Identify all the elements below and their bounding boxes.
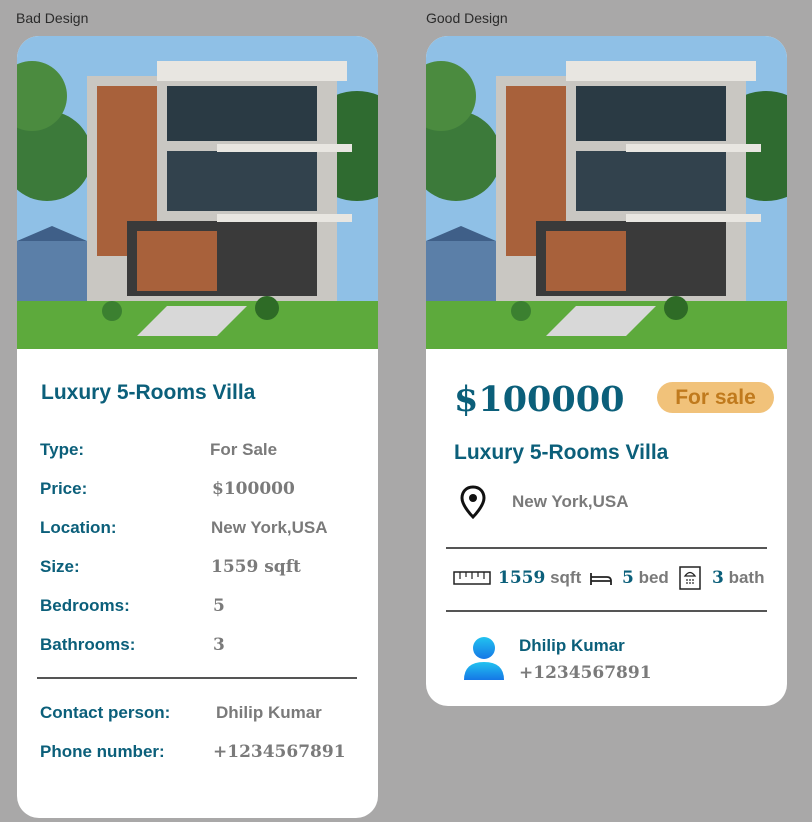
user-avatar-icon — [464, 637, 504, 680]
location-text: New York,USA — [512, 492, 629, 511]
location-pin-icon — [460, 485, 486, 519]
good-design-card[interactable]: $100000 For sale Luxury 5-Rooms Villa Ne… — [426, 36, 787, 706]
villa-photo — [426, 36, 787, 349]
divider-bottom — [446, 610, 767, 612]
bed-value: 5 — [622, 568, 634, 588]
bed-feature: 5 bed — [622, 568, 669, 588]
contact-name: Dhilip Kumar — [519, 636, 625, 655]
listing-title: Luxury 5-Rooms Villa — [454, 441, 669, 464]
bath-unit: bath — [728, 568, 765, 587]
row-value-phone-number: +1234567891 — [213, 742, 346, 762]
bad-design-card[interactable]: Luxury 5-Rooms Villa Type: For Sale Pric… — [17, 36, 378, 818]
row-label-bathrooms: Bathrooms: — [40, 635, 136, 654]
shower-icon — [679, 566, 701, 590]
status-badge: For sale — [657, 382, 774, 413]
price: $100000 — [454, 379, 625, 420]
row-value-type: For Sale — [210, 440, 278, 459]
row-label-type: Type: — [40, 440, 85, 459]
bed-unit: bed — [638, 568, 669, 587]
bad-design-label: Bad Design — [16, 10, 89, 26]
villa-photo — [17, 36, 378, 349]
row-value-size: 1559 sqft — [211, 557, 301, 577]
row-label-price: Price: — [40, 479, 88, 498]
size-value: 1559 — [498, 568, 546, 588]
size-unit: sqft — [550, 568, 582, 587]
row-value-price: $100000 — [212, 479, 295, 499]
row-value-bathrooms: 3 — [213, 635, 225, 655]
listing-title: Luxury 5-Rooms Villa — [41, 381, 256, 404]
row-label-bedrooms: Bedrooms: — [40, 596, 130, 615]
contact-phone[interactable]: +1234567891 — [519, 663, 652, 683]
good-design-label: Good Design — [426, 10, 508, 26]
divider — [37, 677, 357, 679]
divider-top — [446, 547, 767, 549]
bath-value: 3 — [712, 568, 724, 588]
row-label-location: Location: — [40, 518, 117, 537]
row-label-size: Size: — [40, 557, 80, 576]
row-value-location: New York,USA — [211, 518, 328, 537]
row-label-contact-person: Contact person: — [40, 703, 171, 722]
row-value-bedrooms: 5 — [213, 596, 225, 616]
size-feature: 1559 sqft — [498, 568, 581, 588]
bath-feature: 3 bath — [712, 568, 764, 588]
row-label-phone-number: Phone number: — [40, 742, 165, 761]
row-value-contact-person: Dhilip Kumar — [216, 703, 322, 722]
ruler-icon — [453, 571, 491, 585]
bed-icon — [590, 573, 612, 585]
